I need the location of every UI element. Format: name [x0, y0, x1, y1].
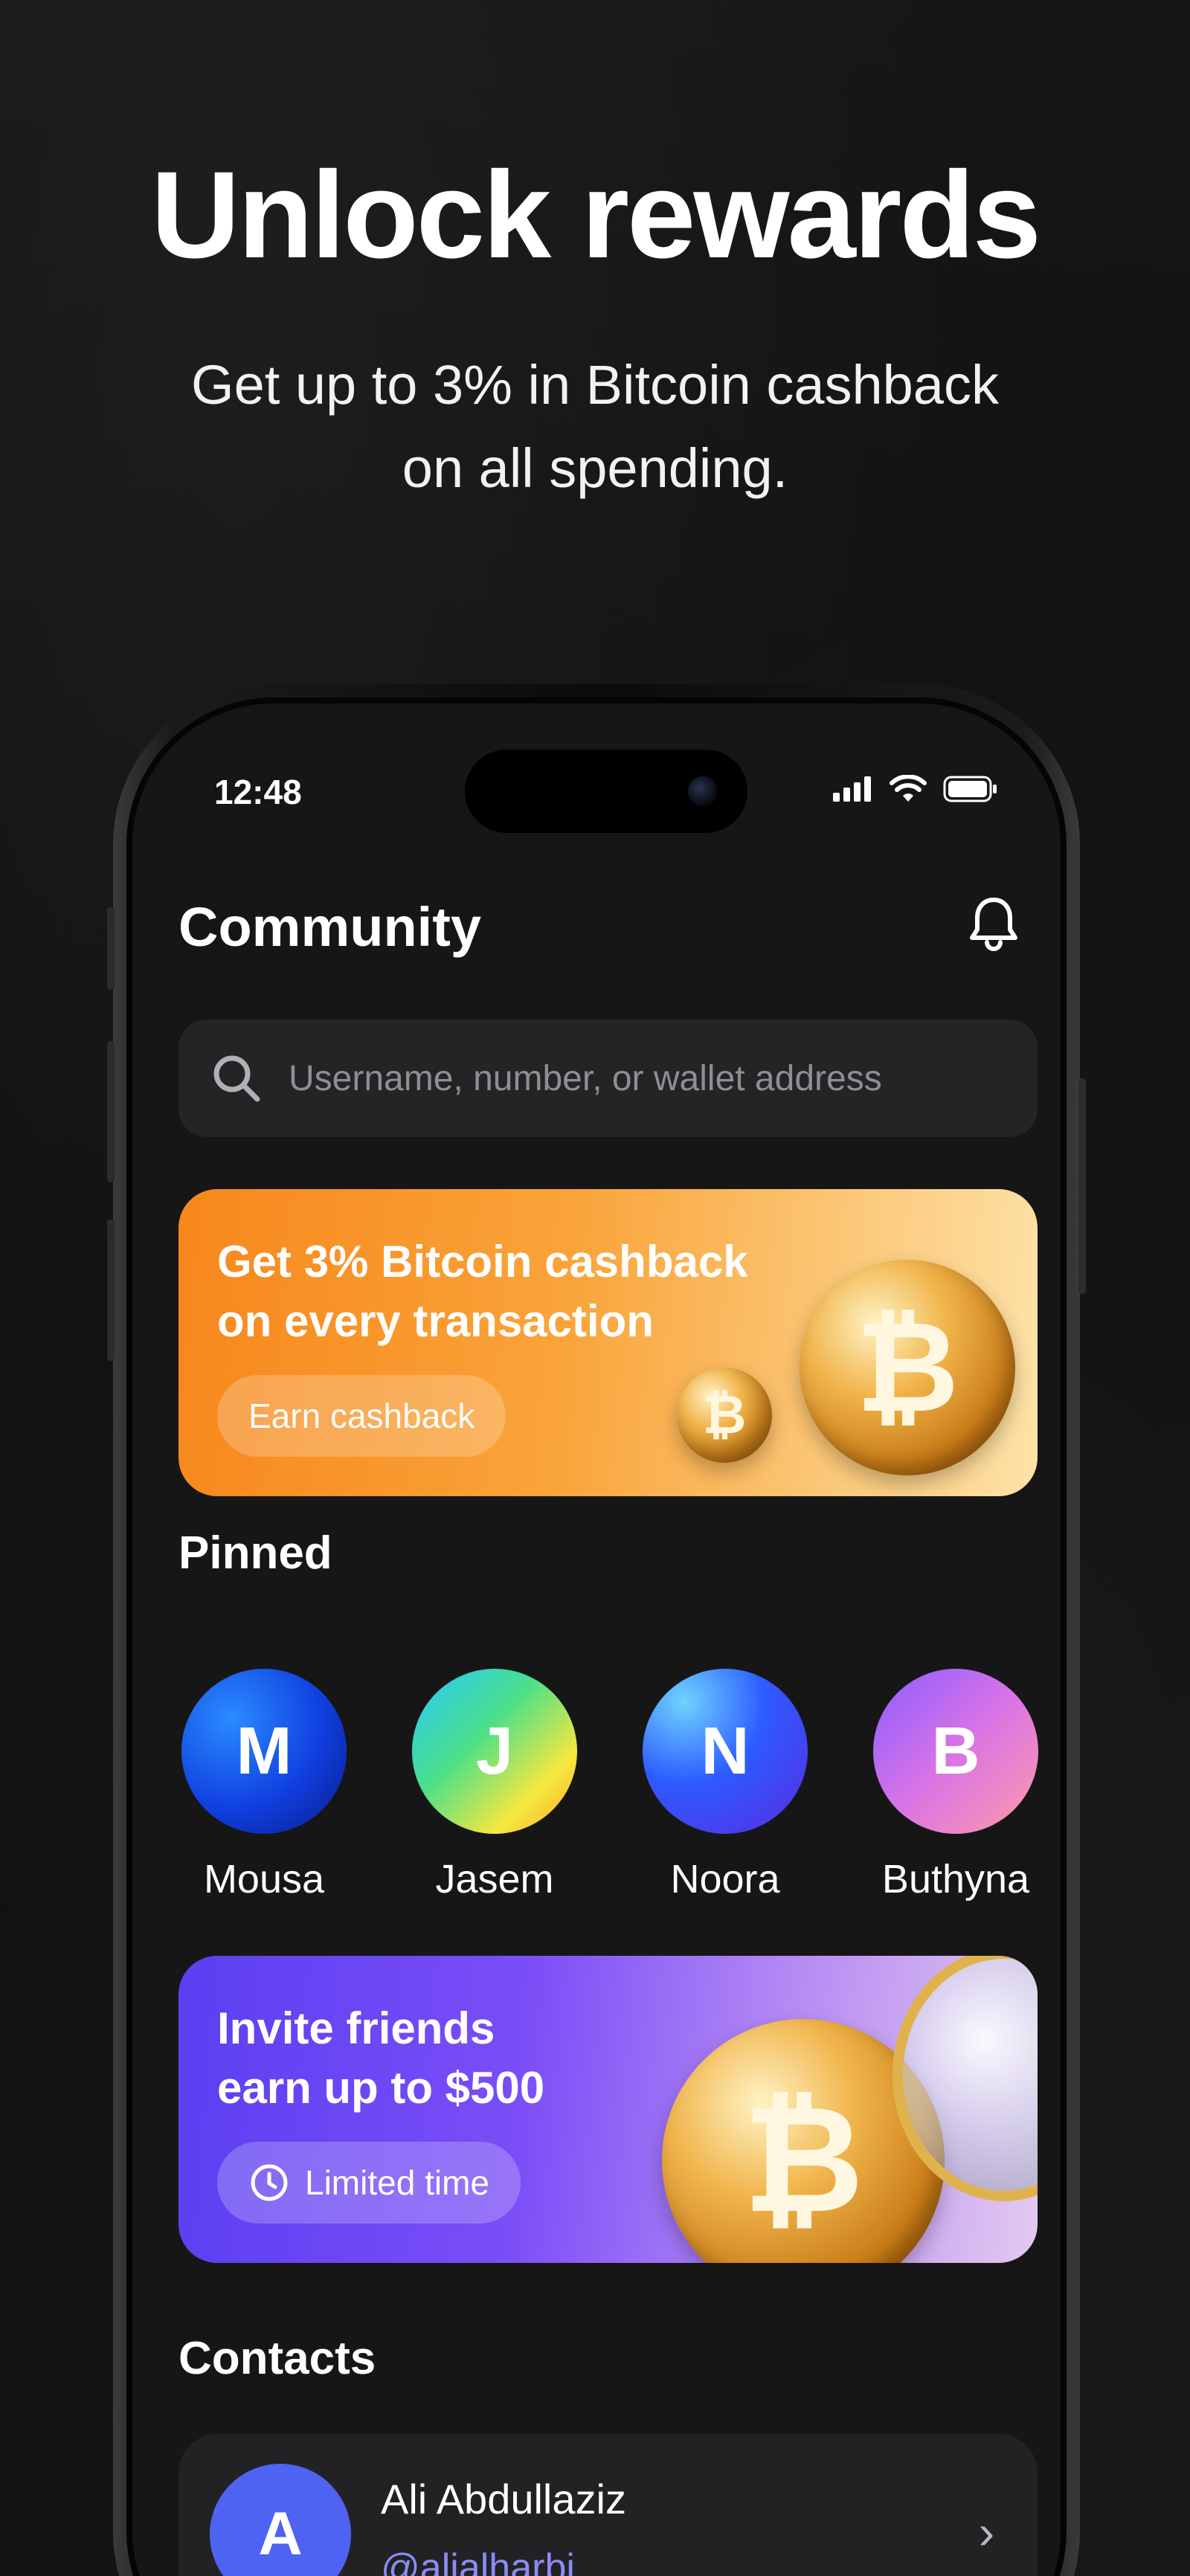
pinned-name: Mousa — [203, 1857, 325, 1902]
dynamic-island — [465, 750, 747, 833]
marketing-subline: Get up to 3% in Bitcoin cashback on all … — [0, 344, 1190, 510]
side-button — [1078, 1078, 1086, 1294]
contact-row[interactable]: A Ali Abdullaziz @alialharbi › — [178, 2434, 1038, 2576]
pinned-contact-jasem[interactable]: J Jasem — [409, 1669, 580, 1902]
search-icon — [213, 1055, 260, 1102]
marketing-headline: Unlock rewards — [150, 146, 1041, 284]
avatar: J — [412, 1669, 577, 1834]
volume-up-button — [107, 1041, 115, 1182]
contact-name: Ali Abdullaziz — [381, 2476, 626, 2522]
pinned-list: M Mousa J Jasem N Noora B Buthyna — [178, 1669, 1041, 1902]
search-input[interactable] — [289, 1057, 1038, 1099]
cashback-title-line-1: Get 3% Bitcoin cashback — [217, 1237, 748, 1287]
app-store-screenshot: Unlock rewards Get up to 3% in Bitcoin c… — [0, 0, 1190, 2576]
bell-icon[interactable] — [962, 892, 1025, 955]
page-title: Community — [178, 896, 481, 958]
front-camera — [688, 776, 718, 806]
avatar: M — [181, 1669, 347, 1834]
avatar: A — [210, 2464, 351, 2576]
limited-time-badge: Limited time — [217, 2142, 521, 2224]
marketing-subline-line-2: on all spending. — [402, 437, 788, 499]
pinned-name: Buthyna — [881, 1857, 1030, 1902]
earn-cashback-label: Earn cashback — [248, 1397, 475, 1435]
signal-icon — [833, 776, 871, 802]
pinned-contact-noora[interactable]: N Noora — [640, 1669, 811, 1902]
bitcoin-coin-small-icon: ₿ — [677, 1368, 772, 1463]
pinned-title: Pinned — [178, 1527, 332, 1579]
chevron-right-icon: › — [978, 2505, 994, 2559]
invite-banner[interactable]: Invite friends earn up to $500 Limited t… — [178, 1956, 1038, 2263]
bitcoin-coin-icon: ₿ — [800, 1260, 1015, 1475]
avatar: N — [643, 1669, 808, 1834]
search-bar[interactable] — [178, 1020, 1038, 1137]
phone-screen: 12:48 Community Username, number, or wal… — [126, 698, 1067, 2576]
avatar: B — [873, 1669, 1038, 1834]
pinned-name: Jasem — [435, 1857, 554, 1902]
clock-icon — [251, 2164, 288, 2201]
pinned-contact-mousa[interactable]: M Mousa — [178, 1669, 350, 1902]
contacts-title: Contacts — [178, 2333, 376, 2384]
action-button — [107, 907, 115, 989]
cashback-banner-title: Get 3% Bitcoin cashback on every transac… — [217, 1232, 842, 1351]
cashback-title-line-2: on every transaction — [217, 1296, 654, 1346]
marketing-subline-line-1: Get up to 3% in Bitcoin cashback — [191, 354, 999, 416]
volume-down-button — [107, 1220, 115, 1361]
phone-frame: 12:48 Community Username, number, or wal… — [107, 684, 1086, 2576]
status-icons — [833, 775, 998, 803]
contact-handle: @alialharbi — [381, 2546, 575, 2576]
pinned-name: Noora — [670, 1857, 780, 1902]
wifi-icon — [890, 775, 927, 802]
battery-icon — [943, 776, 997, 802]
limited-time-label: Limited time — [305, 2163, 489, 2202]
cashback-banner[interactable]: Get 3% Bitcoin cashback on every transac… — [178, 1189, 1038, 1496]
status-time: 12:48 — [214, 773, 302, 811]
pinned-contact-buthyna[interactable]: B Buthyna — [870, 1669, 1041, 1902]
earn-cashback-button[interactable]: Earn cashback — [217, 1375, 506, 1457]
